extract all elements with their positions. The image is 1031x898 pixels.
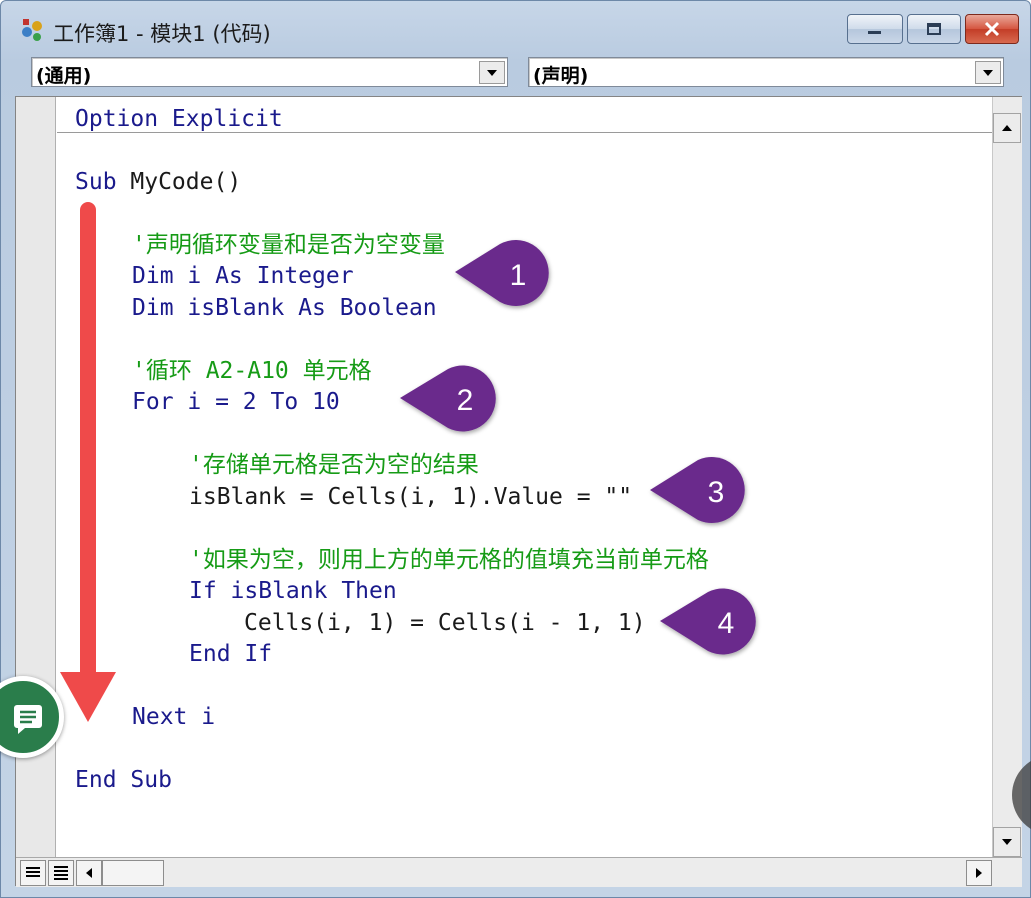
code-line[interactable]: Option Explicit bbox=[75, 105, 283, 133]
code-line[interactable]: For i = 2 To 10 bbox=[132, 388, 340, 416]
procedure-view-button[interactable] bbox=[20, 860, 46, 886]
code-keyword: Sub bbox=[75, 169, 131, 195]
code-line[interactable]: Cells(i, 1) = Cells(i - 1, 1) bbox=[244, 609, 646, 637]
close-button[interactable] bbox=[965, 14, 1019, 44]
chevron-right-icon bbox=[976, 868, 982, 878]
code-line[interactable]: End If bbox=[189, 640, 272, 668]
code-line[interactable]: Next i bbox=[132, 703, 215, 731]
code-line[interactable]: Dim isBlank As Boolean bbox=[132, 294, 437, 322]
horizontal-scrollbar[interactable] bbox=[16, 857, 1022, 887]
object-combo-value: (通用) bbox=[36, 65, 92, 87]
code-area[interactable]: Option Explicit Sub MyCode() '声明循环变量和是否为… bbox=[57, 97, 992, 857]
code-text: MyCode() bbox=[130, 169, 242, 195]
code-line[interactable]: isBlank = Cells(i, 1).Value = "" bbox=[189, 483, 632, 511]
code-comment[interactable]: '存储单元格是否为空的结果 bbox=[189, 451, 479, 479]
procedure-combo-value: (声明) bbox=[533, 65, 589, 87]
minimize-icon bbox=[868, 31, 881, 34]
window-title: 工作簿1 - 模块1 (代码) bbox=[53, 22, 271, 46]
restore-icon bbox=[927, 23, 941, 35]
code-line[interactable]: End Sub bbox=[75, 766, 172, 794]
close-icon bbox=[984, 21, 1000, 37]
code-line[interactable]: Sub MyCode() bbox=[75, 168, 241, 196]
object-combo-dropdown[interactable] bbox=[479, 61, 505, 84]
scroll-left-button[interactable] bbox=[76, 860, 102, 886]
comment-icon bbox=[14, 705, 42, 734]
scroll-down-button[interactable] bbox=[993, 827, 1021, 857]
chevron-up-icon bbox=[1002, 125, 1012, 131]
vertical-scrollbar[interactable] bbox=[992, 97, 1022, 857]
procedure-combo-dropdown[interactable] bbox=[975, 61, 1001, 84]
chevron-down-icon bbox=[487, 70, 497, 76]
code-comment[interactable]: '声明循环变量和是否为空变量 bbox=[132, 231, 445, 259]
code-editor[interactable]: Option Explicit Sub MyCode() '声明循环变量和是否为… bbox=[15, 96, 1022, 887]
comment-button[interactable] bbox=[0, 676, 64, 758]
object-combo[interactable]: (通用) bbox=[31, 57, 508, 87]
chevron-down-icon bbox=[1002, 839, 1012, 845]
code-line[interactable]: If isBlank Then bbox=[189, 577, 397, 605]
scroll-right-button[interactable] bbox=[966, 860, 992, 886]
procedure-combo[interactable]: (声明) bbox=[528, 57, 1004, 87]
minimize-button[interactable] bbox=[847, 14, 903, 44]
chevron-left-icon bbox=[86, 868, 92, 878]
full-module-view-icon bbox=[54, 866, 68, 880]
chevron-down-icon bbox=[983, 70, 993, 76]
scroll-up-button[interactable] bbox=[993, 113, 1021, 143]
code-line[interactable]: Dim i As Integer bbox=[132, 262, 354, 290]
title-bar[interactable]: 工作簿1 - 模块1 (代码) bbox=[1, 1, 1030, 55]
code-comment[interactable]: '如果为空，则用上方的单元格的值填充当前单元格 bbox=[189, 546, 709, 574]
procedure-view-icon bbox=[26, 867, 40, 877]
vba-module-icon bbox=[22, 19, 42, 41]
horizontal-scroll-thumb[interactable] bbox=[102, 860, 164, 886]
full-module-view-button[interactable] bbox=[48, 860, 74, 886]
restore-button[interactable] bbox=[907, 14, 961, 44]
vbe-code-window: 工作簿1 - 模块1 (代码) (通用) (声明) Option Explici… bbox=[0, 0, 1031, 898]
code-comment[interactable]: '循环 A2-A10 单元格 bbox=[132, 357, 372, 385]
